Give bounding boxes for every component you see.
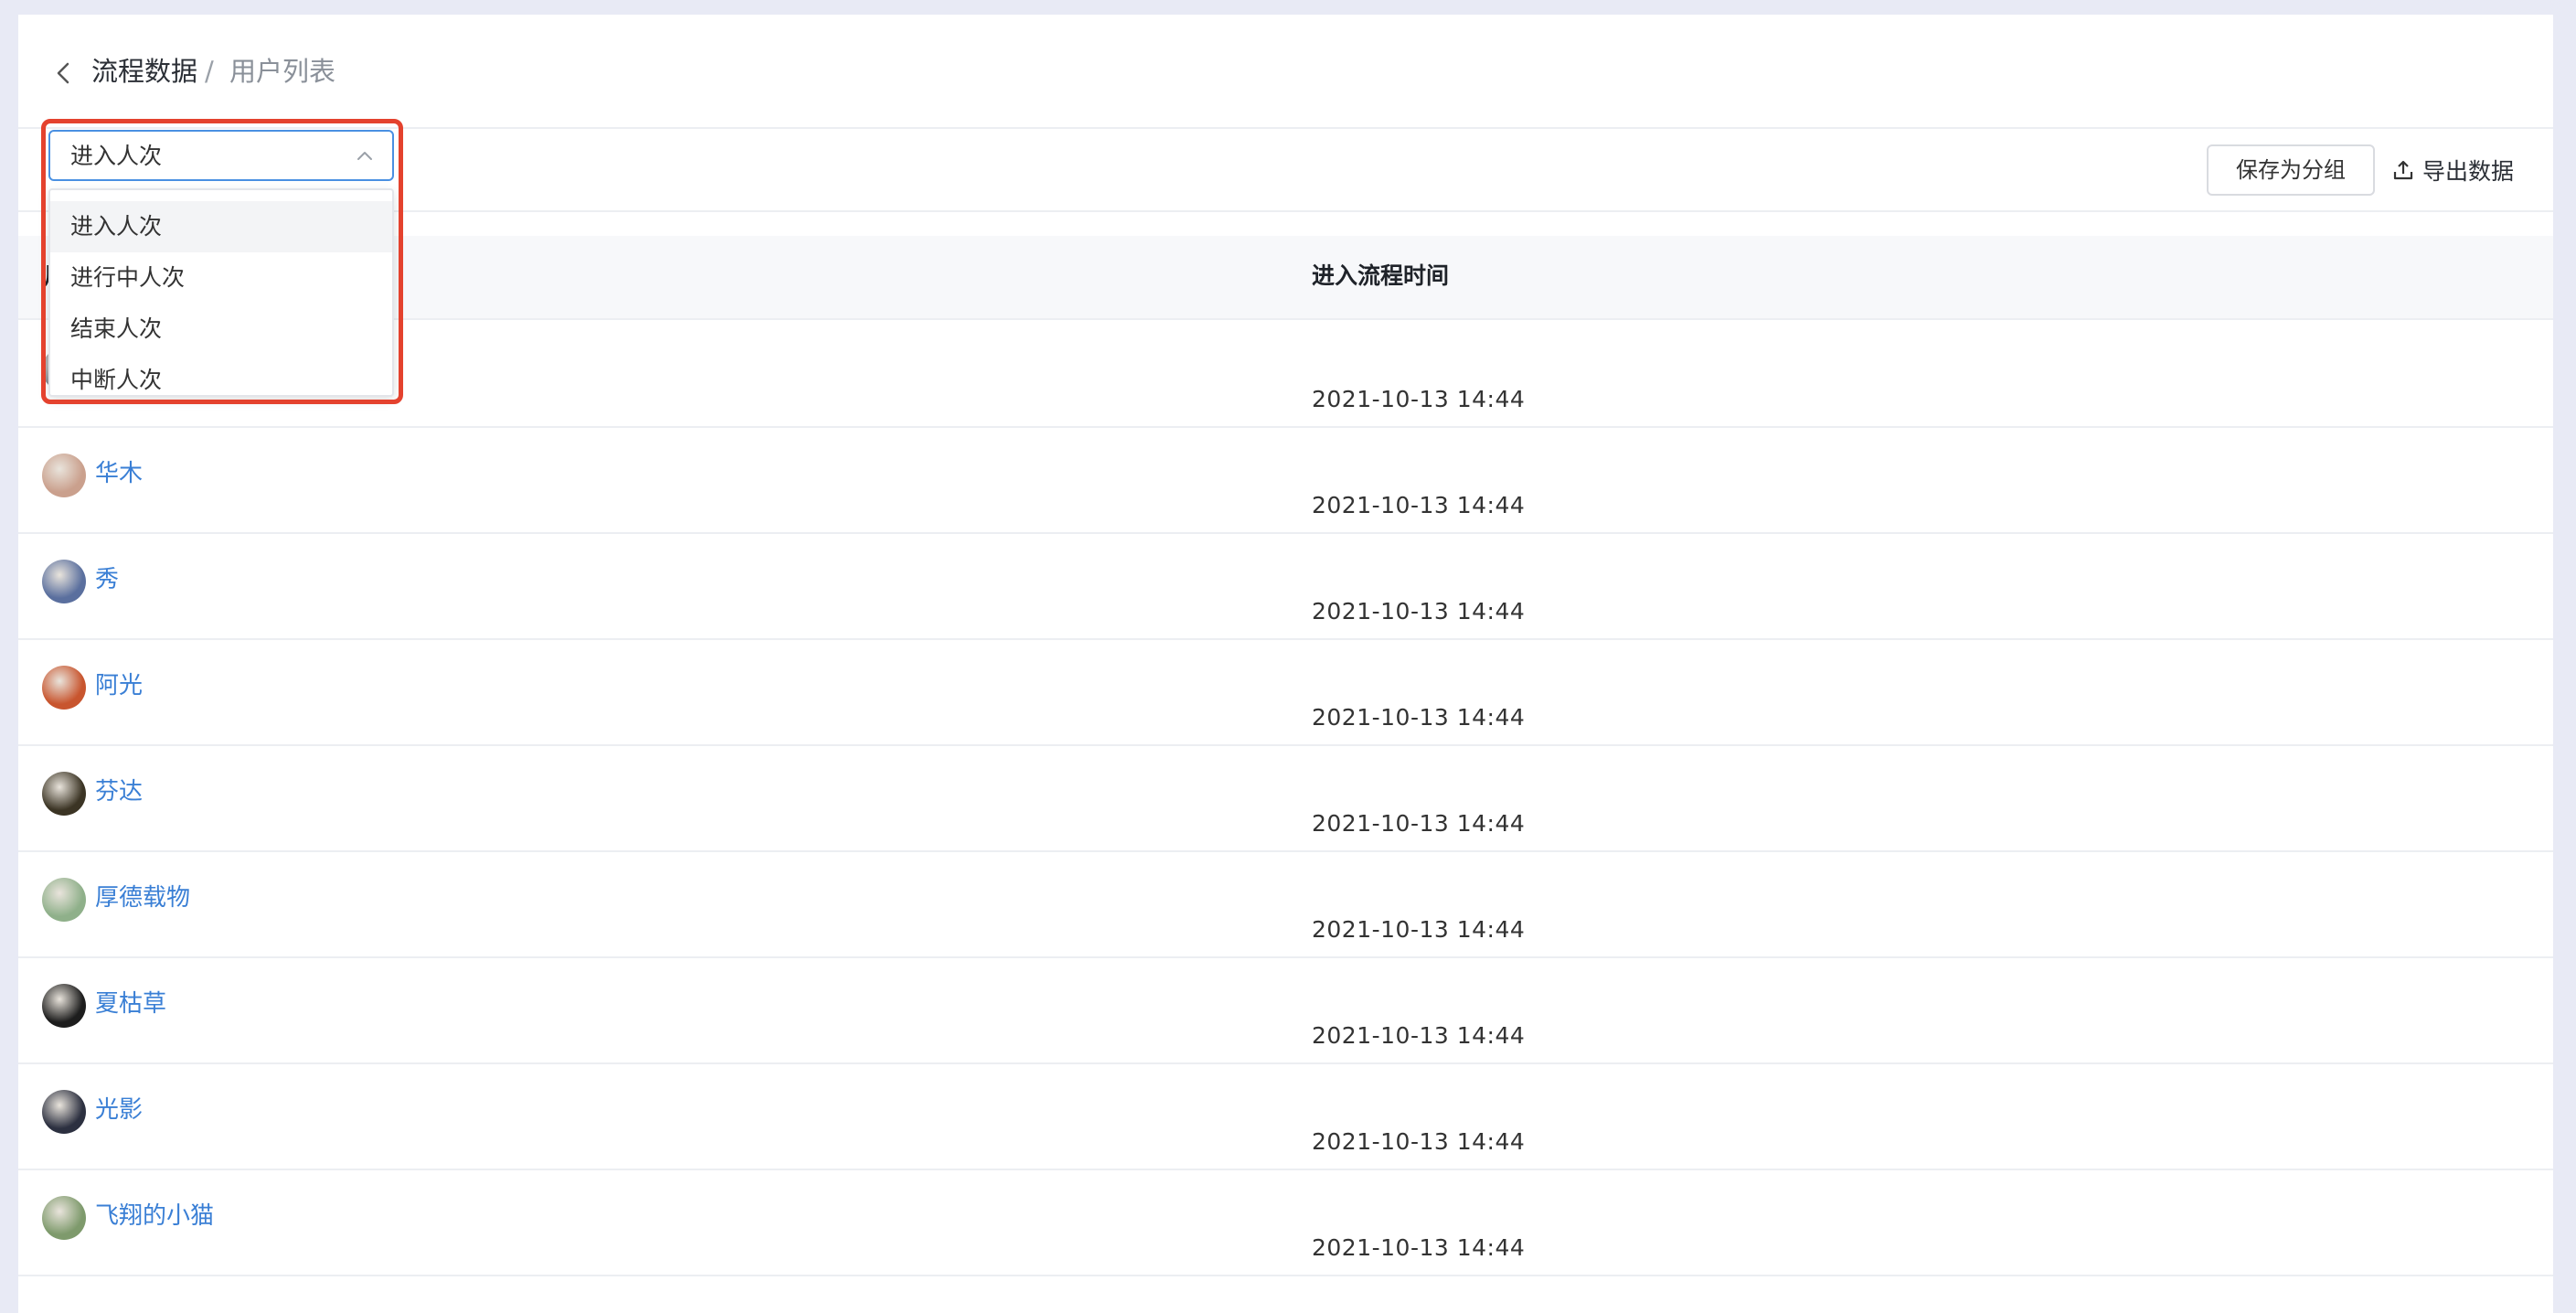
option-in-progress[interactable]: 进行中人次 (50, 252, 392, 304)
table-row: 阿光 2021-10-13 14:44 (18, 640, 2553, 746)
enter-time: 2021-10-13 14:44 (1312, 386, 1526, 412)
avatar (42, 772, 86, 816)
table-row: 厚德载物 2021-10-13 14:44 (18, 852, 2553, 958)
option-enter[interactable]: 进入人次 (50, 201, 392, 252)
avatar (42, 666, 86, 710)
table-header (18, 236, 2553, 320)
save-as-group-button[interactable]: 保存为分组 (2207, 144, 2375, 196)
avatar (42, 560, 86, 603)
user-name-link[interactable]: 夏枯草 (95, 986, 166, 1022)
avatar (42, 878, 86, 922)
table-row: 光影 2021-10-13 14:44 (18, 1064, 2553, 1170)
user-name-link[interactable]: 阿光 (95, 667, 143, 704)
metric-select[interactable]: 进入人次 (48, 130, 394, 181)
table-row: 华木 2021-10-13 14:44 (18, 428, 2553, 534)
user-name-link[interactable]: 芬达 (95, 774, 143, 810)
user-name-link[interactable]: 秀 (95, 561, 119, 598)
breadcrumb-separator: / (205, 56, 214, 87)
enter-time: 2021-10-13 14:44 (1312, 704, 1526, 731)
breadcrumb-parent[interactable]: 流程数据 (91, 53, 197, 90)
user-name-link[interactable]: 光影 (95, 1092, 143, 1128)
metric-dropdown: 进入人次 进行中人次 结束人次 中断人次 (48, 188, 394, 397)
option-finished[interactable]: 结束人次 (50, 304, 392, 355)
chevron-left-icon[interactable] (49, 59, 79, 88)
table-row: 芬达 2021-10-13 14:44 (18, 746, 2553, 852)
avatar (42, 454, 86, 497)
user-name-link[interactable]: 华木 (95, 455, 143, 492)
user-name-link[interactable]: 厚德载物 (95, 880, 190, 916)
table-row: 秀 2021-10-13 14:44 (18, 534, 2553, 640)
chevron-up-icon (357, 152, 372, 160)
avatar (42, 984, 86, 1028)
enter-time: 2021-10-13 14:44 (1312, 598, 1526, 624)
table-row: 夏枯草 2021-10-13 14:44 (18, 958, 2553, 1064)
table-row: 飞翔的小猫 2021-10-13 14:44 (18, 1170, 2553, 1276)
column-header-time: 进入流程时间 (1312, 262, 1450, 289)
export-label: 导出数据 (2422, 158, 2515, 185)
user-name-link[interactable]: 飞翔的小猫 (95, 1198, 214, 1234)
upload-icon (2393, 160, 2413, 180)
enter-time: 2021-10-13 14:44 (1312, 1234, 1526, 1261)
enter-time: 2021-10-13 14:44 (1312, 1128, 1526, 1155)
metric-select-value: 进入人次 (70, 143, 163, 169)
export-data-button[interactable]: 导出数据 (2391, 150, 2514, 190)
main-panel: 流程数据 / 用户列表 保存为分组 导出数据 用 进入流程时间 2021-10-… (18, 15, 2553, 1313)
toolbar (18, 130, 2553, 212)
enter-time: 2021-10-13 14:44 (1312, 916, 1526, 943)
enter-time: 2021-10-13 14:44 (1312, 492, 1526, 518)
enter-time: 2021-10-13 14:44 (1312, 810, 1526, 837)
breadcrumb-current: 用户列表 (229, 56, 336, 87)
page-header: 流程数据 / 用户列表 (18, 15, 2553, 129)
table-row: 2021-10-13 14:44 (18, 322, 2553, 428)
enter-time: 2021-10-13 14:44 (1312, 1022, 1526, 1049)
avatar (42, 1090, 86, 1134)
avatar (42, 1196, 86, 1240)
option-interrupted[interactable]: 中断人次 (50, 355, 392, 406)
